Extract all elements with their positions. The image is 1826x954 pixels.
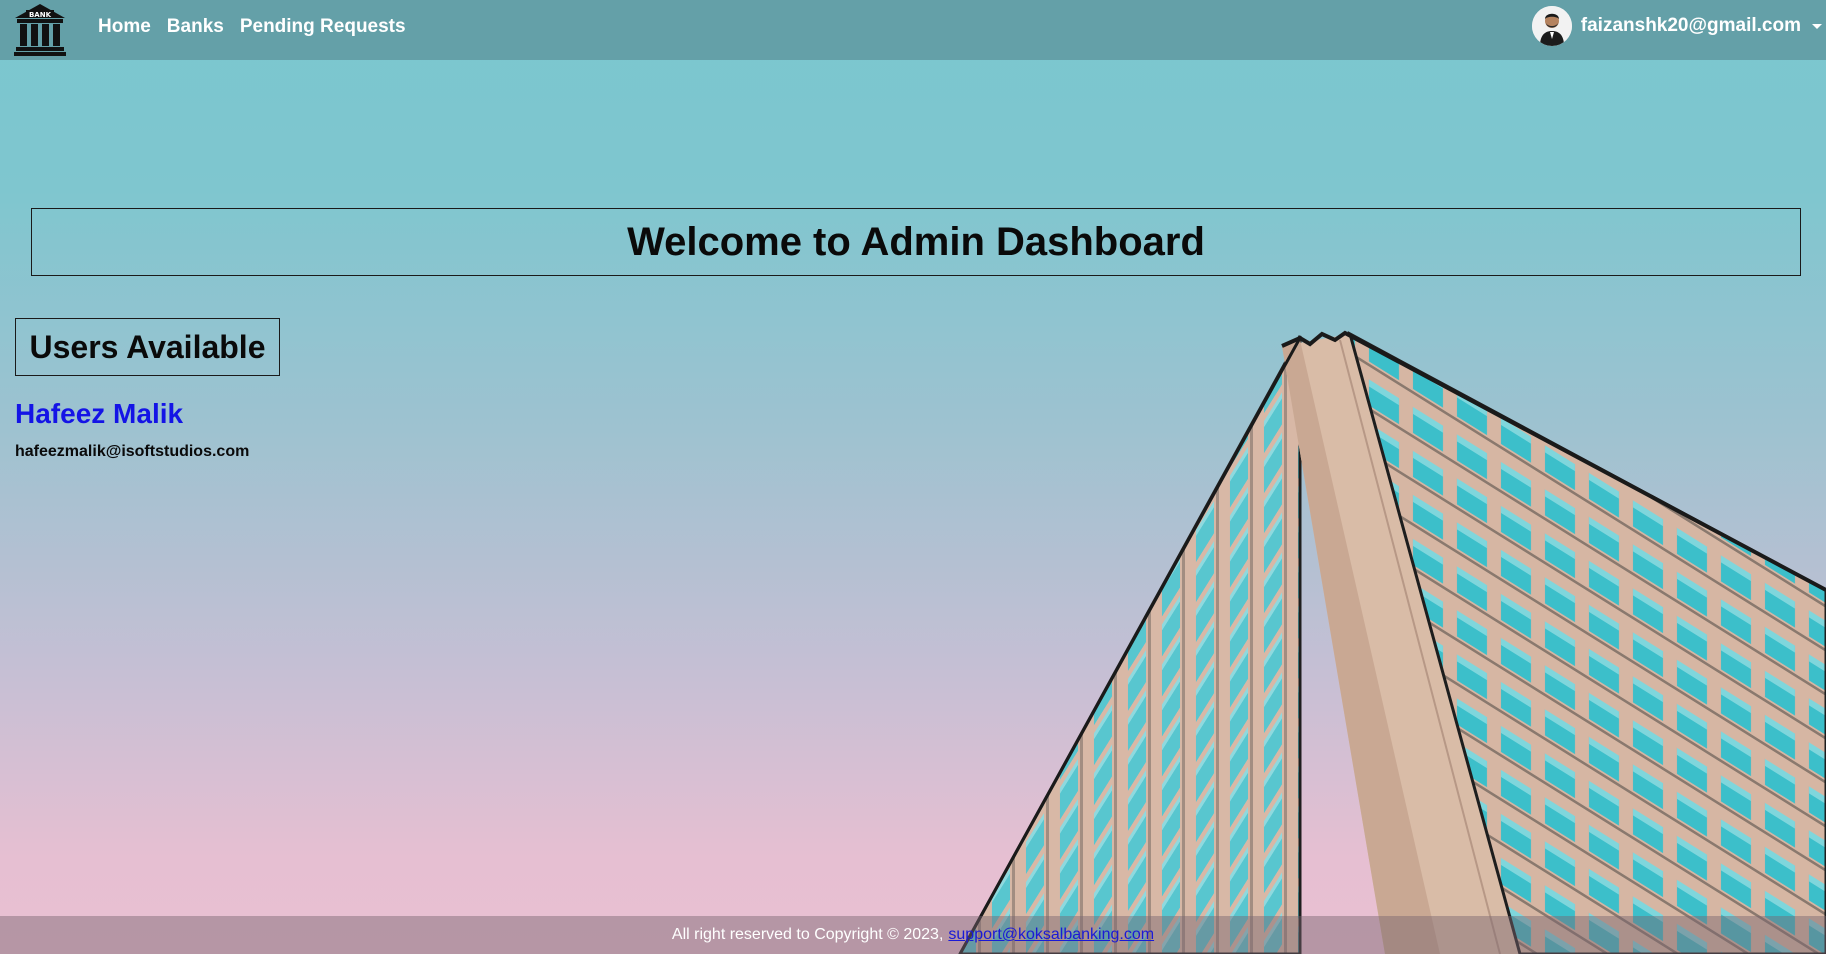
footer-copyright: All right reserved to Copyright © 2023,: [671, 926, 944, 943]
user-email: hafeezmalik@isoftstudios.com: [15, 443, 250, 460]
nav-links: Home Banks Pending Requests: [90, 0, 414, 54]
caret-down-icon[interactable]: [1812, 23, 1822, 29]
svg-text:BANK: BANK: [29, 11, 52, 19]
users-heading: Users Available: [29, 328, 266, 365]
bank-logo-icon[interactable]: BANK: [13, 2, 67, 56]
footer: All right reserved to Copyright © 2023, …: [0, 916, 1826, 954]
users-heading-box: Users Available: [15, 318, 280, 376]
page-title: Welcome to Admin Dashboard: [627, 219, 1205, 264]
profile-email: faizanshk20@gmail.com: [1580, 15, 1801, 36]
profile-dropdown-toggle[interactable]: faizanshk20@gmail.com: [1531, 4, 1826, 48]
user-avatar[interactable]: [1531, 6, 1572, 46]
nav-link-banks[interactable]: Banks: [159, 16, 232, 38]
top-navbar: BANK Home Banks Pending Requests faizans…: [0, 0, 1826, 60]
nav-link-pending-requests[interactable]: Pending Requests: [232, 16, 414, 38]
welcome-banner: Welcome to Admin Dashboard: [31, 208, 1801, 276]
user-name-link[interactable]: Hafeez Malik: [15, 398, 183, 430]
nav-link-home[interactable]: Home: [90, 16, 159, 38]
footer-support-email-link[interactable]: support@koksalbanking.com: [948, 926, 1154, 944]
building-background-image: [958, 330, 1826, 954]
